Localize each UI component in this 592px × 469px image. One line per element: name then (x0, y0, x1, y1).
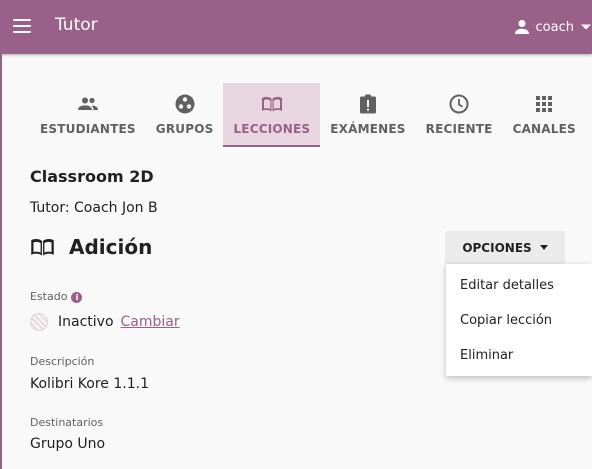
menu-item-delete[interactable]: Eliminar (446, 338, 592, 373)
people-icon (77, 97, 98, 110)
tab-groups[interactable]: GRUPOS (146, 83, 224, 147)
coach-tabs: ESTUDIANTES GRUPOS LECCIONES EXÁMENES RE… (30, 83, 586, 147)
tab-label: LECCIONES (233, 122, 311, 136)
user-name: coach (535, 19, 574, 35)
status-label-row: Estado i (30, 290, 83, 303)
tab-label: EXÁMENES (330, 122, 406, 136)
inactive-status-icon (30, 313, 48, 331)
menu-icon[interactable] (13, 19, 31, 33)
change-status-link[interactable]: Cambiar (121, 314, 180, 330)
options-label: OPCIONES (462, 240, 532, 255)
coach-name: Tutor: Coach Jon B (30, 200, 158, 216)
options-button[interactable]: OPCIONES (446, 231, 564, 264)
app-bar: Tutor coach (0, 0, 592, 54)
status-value: Inactivo (58, 314, 114, 330)
tab-label: CANALES (512, 122, 576, 136)
app-title: Tutor (55, 15, 98, 35)
tab-channels[interactable]: CANALES (503, 83, 586, 147)
tab-label: RECIENTE (425, 122, 493, 136)
description-value: Kolibri Kore 1.1.1 (30, 376, 149, 392)
tab-label: ESTUDIANTES (40, 122, 136, 136)
description-label: Descripción (30, 355, 95, 368)
groups-icon (175, 94, 195, 114)
clock-icon (449, 94, 469, 114)
caret-down-icon (539, 245, 548, 250)
chevron-down-icon (581, 24, 591, 30)
menu-item-copy-lesson[interactable]: Copiar lección (446, 303, 592, 338)
recipients-label: Destinatarios (30, 416, 104, 429)
tab-recent[interactable]: RECIENTE (416, 83, 503, 147)
status-row: Inactivo Cambiar (30, 313, 180, 331)
book-icon (261, 96, 282, 112)
options-menu: Editar detalles Copiar lección Eliminar (446, 264, 592, 376)
tab-exams[interactable]: EXÁMENES (320, 83, 415, 147)
tab-label: GRUPOS (155, 122, 214, 136)
lesson-title: Adición (69, 235, 153, 259)
recipients-value: Grupo Uno (30, 436, 106, 452)
classroom-title: Classroom 2D (30, 167, 154, 186)
tab-students[interactable]: ESTUDIANTES (30, 83, 146, 147)
user-menu[interactable]: coach (514, 16, 592, 38)
left-accent-line (0, 54, 2, 469)
person-icon (514, 20, 529, 34)
apps-icon (536, 96, 553, 112)
tab-lessons[interactable]: LECCIONES (223, 83, 321, 147)
info-icon[interactable]: i (71, 292, 83, 303)
book-icon (31, 239, 54, 256)
menu-item-edit-details[interactable]: Editar detalles (446, 268, 592, 303)
status-label: Estado (30, 290, 68, 303)
clipboard-icon (359, 94, 376, 114)
lesson-header: Adición (30, 235, 152, 259)
